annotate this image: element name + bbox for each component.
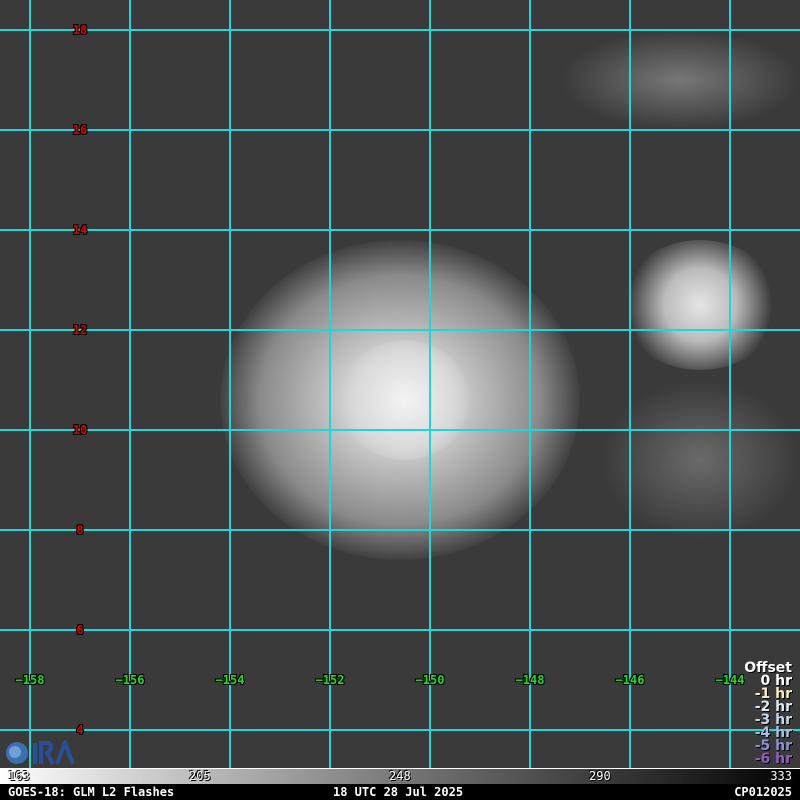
colorbar-tick: 205: [189, 769, 211, 783]
longitude-line: [529, 0, 531, 768]
latitude-line: [0, 129, 800, 131]
longitude-label: −154: [215, 673, 245, 687]
cira-logo: [6, 740, 75, 765]
offset-item: -6 hr: [754, 751, 792, 767]
longitude-line: [329, 0, 331, 768]
footer-bar: GOES-18: GLM L2 Flashes 18 UTC 28 Jul 20…: [0, 784, 800, 800]
longitude-line: [729, 0, 731, 768]
cloud-system: [560, 30, 800, 130]
longitude-label: −144: [715, 673, 745, 687]
satellite-map: 18 16 14 12 10 8 6 4 −158 −156 −154 −152 −150 −148 −1…: [0, 0, 800, 768]
latitude-label: 18: [72, 23, 88, 37]
latitude-line: [0, 229, 800, 231]
longitude-line: [429, 0, 431, 768]
latitude-label: 16: [72, 123, 88, 137]
latitude-line: [0, 329, 800, 331]
longitude-label: −150: [415, 673, 445, 687]
cloud-system: [620, 240, 780, 370]
longitude-label: −146: [615, 673, 645, 687]
storm-id: CP012025: [734, 785, 792, 799]
longitude-line: [229, 0, 231, 768]
latitude-line: [0, 29, 800, 31]
longitude-line: [129, 0, 131, 768]
timestamp: 18 UTC 28 Jul 2025: [333, 785, 464, 799]
cloud-system: [340, 340, 470, 460]
longitude-label: −148: [515, 673, 545, 687]
product-title: GOES-18: GLM L2 Flashes: [8, 785, 175, 799]
colorbar-tick: 248: [389, 769, 411, 783]
longitude-label: −156: [115, 673, 145, 687]
longitude-line: [29, 0, 31, 768]
latitude-label: 8: [76, 523, 84, 537]
colorbar-tick: 163: [8, 769, 30, 783]
latitude-label: 12: [72, 323, 88, 337]
longitude-label: −158: [15, 673, 45, 687]
colorbar-tick: 333: [770, 769, 792, 783]
latitude-label: 6: [76, 623, 84, 637]
longitude-line: [629, 0, 631, 768]
colorbar: 163 205 248 290 333: [0, 768, 800, 784]
colorbar-tick: 290: [589, 769, 611, 783]
latitude-line: [0, 629, 800, 631]
latitude-line: [0, 429, 800, 431]
longitude-label: −152: [315, 673, 345, 687]
latitude-line: [0, 529, 800, 531]
latitude-label: 10: [72, 423, 88, 437]
latitude-line: [0, 729, 800, 731]
latitude-label: 14: [72, 223, 88, 237]
latitude-label: 4: [76, 723, 84, 737]
offset-legend: Offset 0 hr -1 hr -2 hr -3 hr -4 hr -5 hr -6 h…: [744, 661, 792, 767]
